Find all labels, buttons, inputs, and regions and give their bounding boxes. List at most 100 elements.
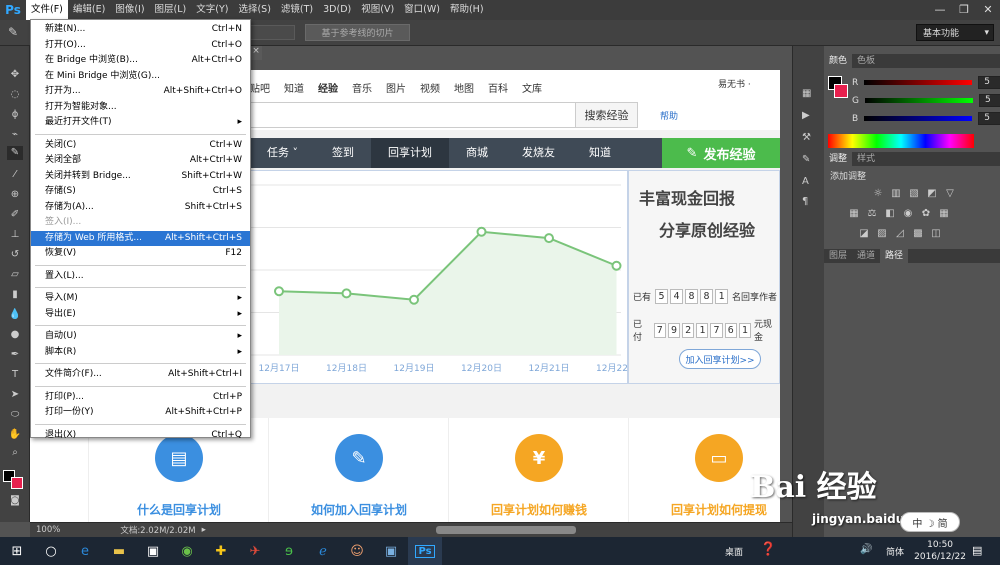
style-field[interactable] (250, 25, 295, 40)
tab-mall[interactable]: 商城 (449, 138, 505, 168)
help-icon[interactable]: ❓ (760, 542, 776, 557)
tab-checkin[interactable]: 签到 (315, 138, 371, 168)
file-menu-item[interactable]: 存储(S) Ctrl+S (31, 184, 250, 199)
blur-tool-icon[interactable]: 💧 (7, 308, 23, 322)
app-face-icon[interactable]: ☺ (340, 537, 374, 565)
actions-panel-icon[interactable]: ▶ (802, 110, 810, 121)
color-spectrum[interactable] (828, 134, 974, 148)
brightness-icon[interactable]: ☼ (872, 188, 884, 200)
quick-mask-icon[interactable]: ◙ (7, 494, 23, 508)
search-icon[interactable]: ○ (34, 537, 68, 565)
hue-icon[interactable]: ▦ (848, 208, 860, 220)
quick-select-tool-icon[interactable]: ⌁ (7, 128, 23, 142)
file-menu-item[interactable]: 打印(P)... Ctrl+P (31, 390, 250, 405)
background-color-swatch[interactable] (11, 477, 23, 489)
nav-baike[interactable]: 百科 (488, 80, 508, 95)
history-panel-icon[interactable]: ▦ (802, 88, 811, 99)
file-menu-item[interactable]: 存储为 Web 所用格式... Alt+Shift+Ctrl+S (31, 230, 250, 246)
tab-color[interactable]: 颜色 (824, 54, 853, 68)
type-tool-icon[interactable]: T (7, 368, 23, 382)
nav-jingyan[interactable]: 经验 (318, 80, 338, 95)
stamp-tool-icon[interactable]: ⊥ (7, 228, 23, 242)
horizontal-scrollbar[interactable] (436, 526, 576, 534)
file-menu-item[interactable]: 脚本(R) ▸ (31, 345, 250, 360)
red-slider[interactable] (864, 80, 973, 85)
publish-button[interactable]: ✎ 发布经验 (662, 138, 780, 168)
lookup-icon[interactable]: ▦ (938, 208, 950, 220)
tab-adjustments[interactable]: 调整 (824, 152, 853, 166)
file-menu-item[interactable]: 关闭(C) Ctrl+W (31, 138, 250, 153)
history-brush-icon[interactable]: ↺ (7, 248, 23, 262)
gradient-tool-icon[interactable]: ▮ (7, 288, 23, 302)
nav-tieba[interactable]: 贴吧 (250, 80, 270, 95)
tab-layers[interactable]: 图层 (824, 249, 852, 263)
curves-icon[interactable]: ▧ (908, 188, 920, 200)
slice-tool-icon[interactable]: ✎ (8, 25, 18, 39)
nav-wenku[interactable]: 文库 (522, 80, 542, 95)
windows-start-icon[interactable]: ⊞ (0, 537, 34, 565)
nav-zhidao[interactable]: 知道 (284, 80, 304, 95)
file-menu-item[interactable]: 关闭并转到 Bridge... Shift+Ctrl+W (31, 169, 250, 184)
dodge-tool-icon[interactable]: ● (7, 328, 23, 342)
green-slider[interactable] (864, 98, 973, 103)
blue-slider[interactable] (864, 116, 973, 121)
close-icon[interactable]: ✕ (976, 0, 1000, 18)
ie-icon[interactable]: ℯ (306, 537, 340, 565)
ime-label[interactable]: 简体 (886, 545, 904, 558)
pen-tool-icon[interactable]: ✒ (7, 348, 23, 362)
menu-window[interactable]: 窗口(W) (399, 0, 445, 20)
tab-styles[interactable]: 样式 (852, 152, 880, 166)
file-menu-item[interactable]: 打开(O)... Ctrl+O (31, 38, 250, 53)
tab-fans[interactable]: 发烧友 (505, 138, 572, 168)
system-clock[interactable]: 10:50 2016/12/22 (914, 539, 966, 563)
ime-status-badge[interactable]: 中 ☽ 简 (900, 512, 960, 532)
menu-image[interactable]: 图像(I) (110, 0, 149, 20)
file-menu-item[interactable]: 自动(U) ▸ (31, 329, 250, 344)
file-menu-item[interactable]: 打印一份(Y) Alt+Shift+Ctrl+P (31, 405, 250, 420)
brush-panel-icon[interactable]: ✎ (802, 154, 810, 165)
join-share-plan-button[interactable]: 加入回享计划>> (679, 349, 761, 369)
file-menu-item[interactable]: 存储为(A)... Shift+Ctrl+S (31, 200, 250, 215)
file-menu-item[interactable]: 文件简介(F)... Alt+Shift+Ctrl+I (31, 367, 250, 382)
path-select-icon[interactable]: ➤ (7, 388, 23, 402)
document-tab-close[interactable]: × (250, 46, 262, 60)
restore-icon[interactable]: ❐ (952, 0, 976, 18)
photoshop-taskbar-icon[interactable]: Ps (408, 537, 442, 565)
file-menu-item[interactable]: 置入(L)... (31, 269, 250, 284)
tool-presets-icon[interactable]: ⚒ (802, 132, 811, 143)
nav-map[interactable]: 地图 (454, 80, 474, 95)
file-menu-item[interactable]: 在 Bridge 中浏览(B)... Alt+Ctrl+O (31, 53, 250, 68)
browser-360-icon[interactable]: ◉ (170, 537, 204, 565)
nav-music[interactable]: 音乐 (352, 80, 372, 95)
menu-3d[interactable]: 3D(D) (318, 0, 356, 20)
menu-file[interactable]: 文件(F) (26, 0, 68, 20)
tab-paths[interactable]: 路径 (880, 249, 909, 263)
chevron-right-icon[interactable]: ▸ (202, 525, 206, 535)
invert-icon[interactable]: ◪ (858, 228, 870, 240)
app-plus-icon[interactable]: ✚ (204, 537, 238, 565)
file-menu-item[interactable]: 在 Mini Bridge 中浏览(G)... (31, 69, 250, 84)
bg-color-swatch[interactable] (834, 84, 848, 98)
mixer-icon[interactable]: ✿ (920, 208, 932, 220)
balance-icon[interactable]: ⚖ (866, 208, 878, 220)
exposure-icon[interactable]: ◩ (926, 188, 938, 200)
file-explorer-icon[interactable]: ▬ (102, 537, 136, 565)
store-icon[interactable]: ▣ (136, 537, 170, 565)
menu-view[interactable]: 视图(V) (356, 0, 399, 20)
app-box-icon[interactable]: ▣ (374, 537, 408, 565)
tab-channels[interactable]: 通道 (852, 249, 880, 263)
help-link[interactable]: 帮助 (660, 109, 678, 122)
app-plane-icon[interactable]: ✈ (238, 537, 272, 565)
file-menu-item[interactable]: 关闭全部 Alt+Ctrl+W (31, 153, 250, 168)
file-menu-item[interactable]: 新建(N)... Ctrl+N (31, 22, 250, 37)
tab-zhidao[interactable]: 知道 (572, 138, 628, 168)
notifications-icon[interactable]: ▤ (972, 544, 982, 557)
card-how-join[interactable]: ✎ 如何加入回享计划 (268, 418, 448, 522)
gradient-map-icon[interactable]: ▩ (912, 228, 924, 240)
nav-images[interactable]: 图片 (386, 80, 406, 95)
file-menu-item[interactable]: 退出(X) Ctrl+Q (31, 428, 250, 443)
nav-video[interactable]: 视频 (420, 80, 440, 95)
file-menu-item[interactable]: 打开为智能对象... (31, 100, 250, 115)
search-button[interactable]: 搜索经验 (575, 102, 638, 128)
file-menu-item[interactable]: 最近打开文件(T) ▸ (31, 115, 250, 130)
